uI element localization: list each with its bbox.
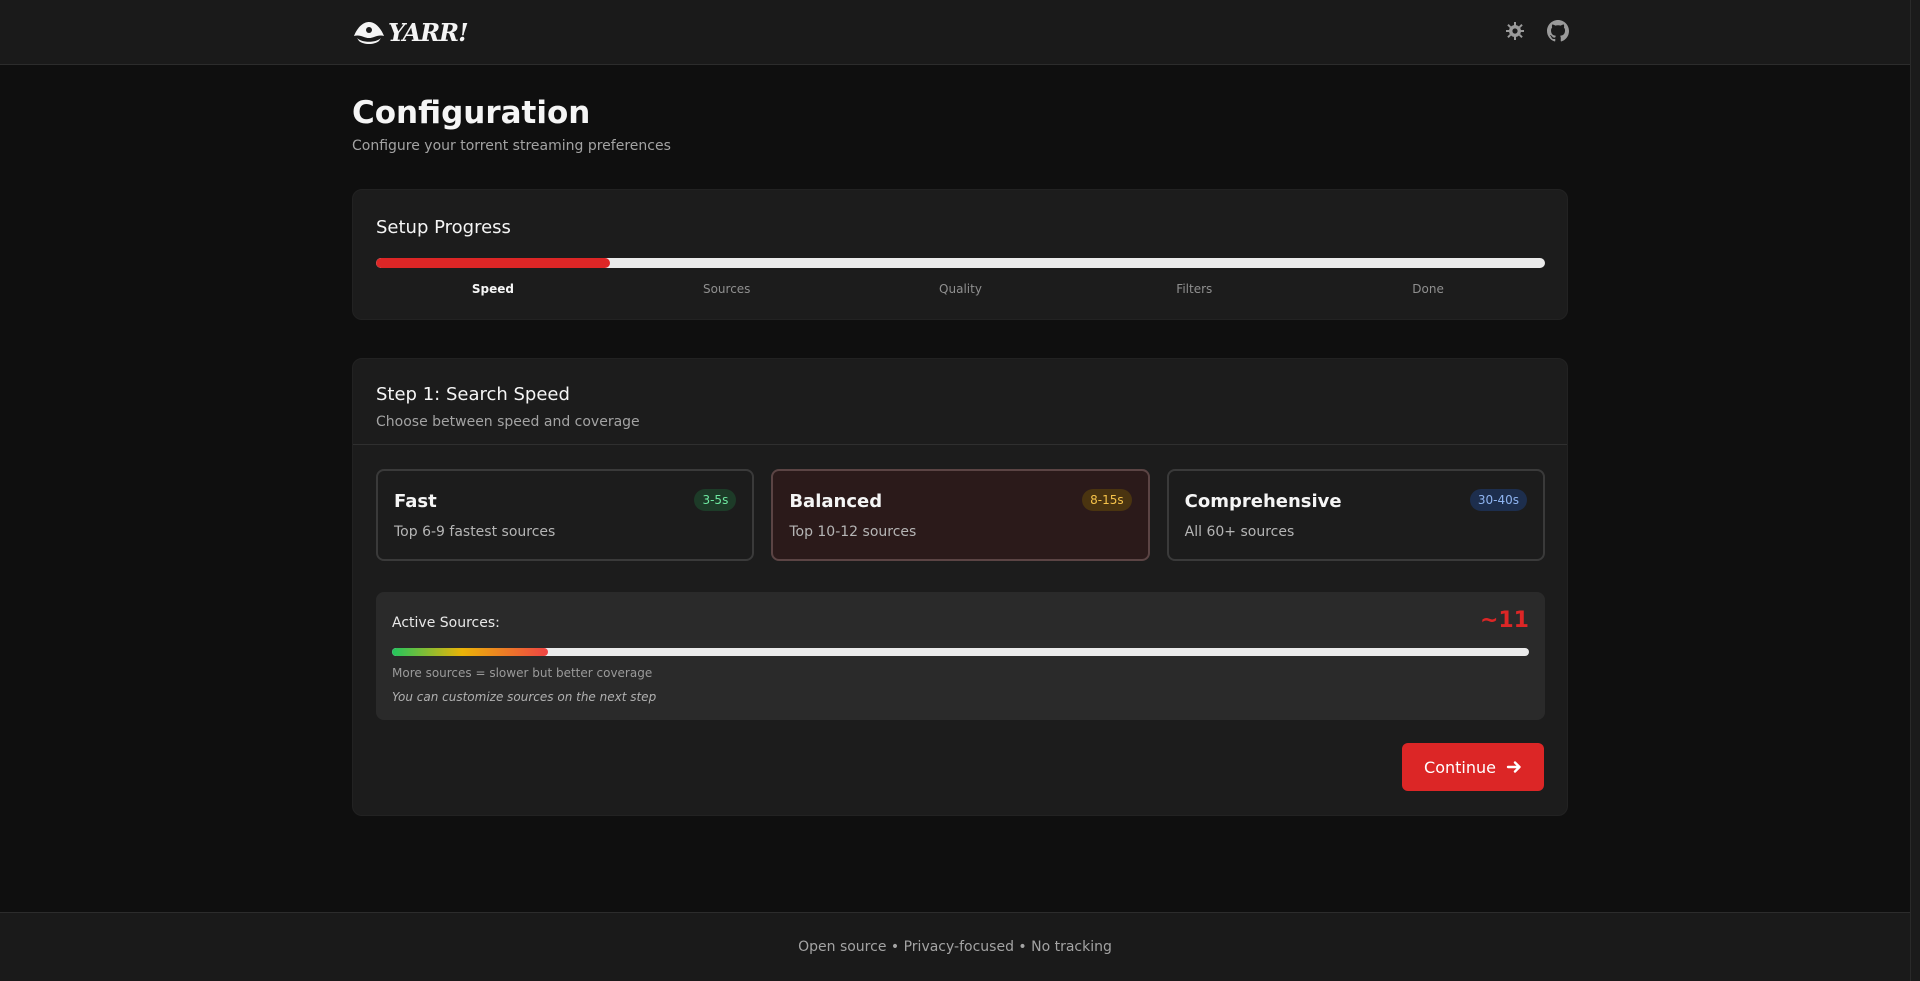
option-name: Comprehensive (1184, 491, 1342, 512)
footer-text: Open source • Privacy-focused • No track… (798, 939, 1112, 955)
option-name: Fast (394, 491, 437, 512)
search-speed-card: Step 1: Search Speed Choose between spee… (352, 358, 1568, 816)
speed-option-balanced[interactable]: Balanced 8-15s Top 10-12 sources (771, 469, 1150, 561)
progress-step-done[interactable]: Done (1311, 282, 1545, 296)
logo-text: YARR! (388, 17, 469, 47)
pirate-hat-icon (354, 22, 384, 44)
speed-option-comprehensive[interactable]: Comprehensive 30-40s All 60+ sources (1166, 469, 1545, 561)
card-divider (353, 444, 1567, 445)
time-badge: 3-5s (694, 489, 737, 511)
speed-options: Fast 3-5s Top 6-9 fastest sources Balanc… (376, 469, 1545, 561)
option-description: All 60+ sources (1184, 524, 1295, 540)
step-subtitle: Choose between speed and coverage (376, 414, 640, 430)
app-header: YARR! (0, 0, 1910, 65)
setup-progress-card: Setup Progress Speed Sources Quality Fil… (352, 189, 1568, 320)
active-sources-panel: Active Sources: ~11 More sources = slowe… (376, 592, 1545, 720)
page-scrollbar[interactable] (1910, 0, 1920, 981)
continue-label: Continue (1424, 757, 1496, 777)
option-description: Top 6-9 fastest sources (394, 524, 556, 540)
step-title: Step 1: Search Speed (376, 384, 570, 405)
page-subtitle: Configure your torrent streaming prefere… (352, 138, 671, 154)
speed-option-fast[interactable]: Fast 3-5s Top 6-9 fastest sources (376, 469, 755, 561)
time-badge: 30-40s (1469, 489, 1527, 511)
setup-progress-title: Setup Progress (376, 217, 511, 238)
active-sources-count: ~11 (1479, 608, 1529, 633)
setup-progress-fill (376, 258, 610, 268)
active-sources-note: More sources = slower but better coverag… (392, 666, 653, 680)
app-footer: Open source • Privacy-focused • No track… (0, 912, 1910, 981)
continue-button[interactable]: Continue (1402, 743, 1544, 791)
active-sources-fill (392, 648, 548, 656)
gear-icon (1506, 22, 1524, 40)
active-sources-hint: You can customize sources on the next st… (392, 690, 657, 704)
time-badge: 8-15s (1082, 489, 1132, 511)
option-description: Top 10-12 sources (789, 524, 917, 540)
progress-step-filters[interactable]: Filters (1077, 282, 1311, 296)
progress-step-quality[interactable]: Quality (844, 282, 1078, 296)
option-name: Balanced (789, 491, 883, 512)
progress-step-speed[interactable]: Speed (376, 282, 610, 296)
active-sources-bar (392, 648, 1529, 656)
progress-steps: Speed Sources Quality Filters Done (376, 282, 1545, 296)
arrow-right-icon (1506, 761, 1521, 773)
github-button[interactable] (1545, 18, 1571, 44)
app-logo[interactable]: YARR! (352, 16, 469, 48)
setup-progress-bar (376, 258, 1545, 268)
active-sources-label: Active Sources: (392, 615, 500, 631)
github-icon (1547, 20, 1569, 42)
progress-step-sources[interactable]: Sources (610, 282, 844, 296)
page-title: Configuration (352, 95, 591, 131)
settings-button[interactable] (1502, 18, 1528, 44)
